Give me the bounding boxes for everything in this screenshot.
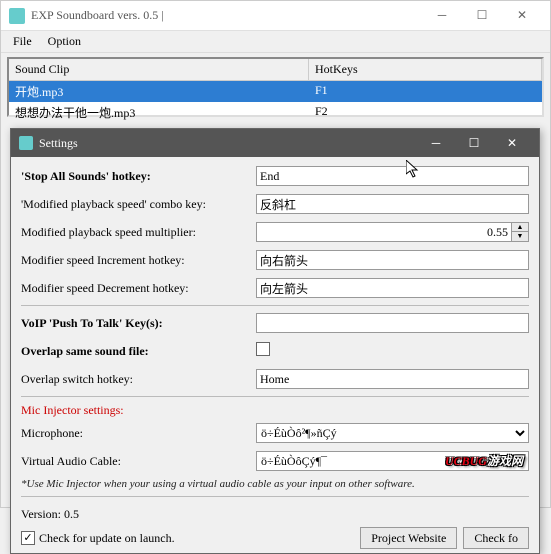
spinner-up-icon[interactable]: ▲ xyxy=(512,223,528,232)
overlap-same-label: Overlap same sound file: xyxy=(21,344,256,359)
overlap-same-checkbox[interactable] xyxy=(256,342,270,356)
overlap-switch-input[interactable] xyxy=(256,369,529,389)
dialog-title: Settings xyxy=(39,136,417,151)
inc-hotkey-input[interactable] xyxy=(256,250,529,270)
dialog-titlebar: Settings ─ ☐ ✕ xyxy=(11,129,539,157)
close-button[interactable]: ✕ xyxy=(502,2,542,30)
col-hotkeys[interactable]: HotKeys xyxy=(309,59,542,80)
table-row[interactable]: 开炮.mp3 F1 xyxy=(9,81,542,102)
dec-hotkey-label: Modifier speed Decrement hotkey: xyxy=(21,281,256,296)
table-header: Sound Clip HotKeys xyxy=(9,59,542,81)
project-website-button[interactable]: Project Website xyxy=(360,527,457,549)
version-label: Version: 0.5 xyxy=(21,507,79,522)
dialog-maximize-button[interactable]: ☐ xyxy=(455,130,493,156)
menu-option[interactable]: Option xyxy=(40,32,89,51)
mod-mult-input[interactable] xyxy=(256,222,512,242)
mod-mult-label: Modified playback speed multiplier: xyxy=(21,225,256,240)
mod-combo-label: 'Modified playback speed' combo key: xyxy=(21,197,256,212)
inc-hotkey-label: Modifier speed Increment hotkey: xyxy=(21,253,256,268)
menu-file[interactable]: File xyxy=(5,32,40,51)
dialog-body: 'Stop All Sounds' hotkey: 'Modified play… xyxy=(11,157,539,553)
divider xyxy=(21,396,529,397)
overlap-switch-label: Overlap switch hotkey: xyxy=(21,372,256,387)
ptt-input[interactable] xyxy=(256,313,529,333)
cell-keys: F1 xyxy=(309,81,542,102)
cell-clip: 想想办法干他一炮.mp3 xyxy=(9,102,309,123)
divider xyxy=(21,496,529,497)
sound-table: Sound Clip HotKeys 开炮.mp3 F1 想想办法干他一炮.mp… xyxy=(7,57,544,117)
stop-all-label: 'Stop All Sounds' hotkey: xyxy=(21,169,256,184)
cell-clip: 开炮.mp3 xyxy=(9,81,309,102)
mic-hint: *Use Mic Injector when your using a virt… xyxy=(21,478,529,490)
settings-icon xyxy=(19,136,33,150)
dec-hotkey-input[interactable] xyxy=(256,278,529,298)
settings-dialog: Settings ─ ☐ ✕ 'Stop All Sounds' hotkey:… xyxy=(10,128,540,554)
vac-select[interactable]: ö÷ÉùÒôÇý¶¯ xyxy=(256,451,529,471)
maximize-button[interactable]: ☐ xyxy=(462,2,502,30)
spinner-buttons: ▲ ▼ xyxy=(512,222,529,242)
cell-keys: F2 xyxy=(309,102,542,123)
vac-label: Virtual Audio Cable: xyxy=(21,454,256,469)
spinner-down-icon[interactable]: ▼ xyxy=(512,232,528,241)
divider xyxy=(21,305,529,306)
dialog-close-button[interactable]: ✕ xyxy=(493,130,531,156)
microphone-label: Microphone: xyxy=(21,426,256,441)
mic-injector-title: Mic Injector settings: xyxy=(21,403,529,418)
table-row[interactable]: 想想办法干他一炮.mp3 F2 xyxy=(9,102,542,123)
stop-all-input[interactable] xyxy=(256,166,529,186)
ptt-label: VoIP 'Push To Talk' Key(s): xyxy=(21,316,256,331)
app-icon xyxy=(9,8,25,24)
titlebar: EXP Soundboard vers. 0.5 | ─ ☐ ✕ xyxy=(1,1,550,31)
check-update-label: Check for update on launch. xyxy=(39,531,175,546)
mod-combo-input[interactable] xyxy=(256,194,529,214)
microphone-select[interactable]: ö÷ÉùÒô²¶»ñÇý xyxy=(256,423,529,443)
table-body: 开炮.mp3 F1 想想办法干他一炮.mp3 F2 xyxy=(9,81,542,123)
dialog-minimize-button[interactable]: ─ xyxy=(417,130,455,156)
check-update-button[interactable]: Check fo xyxy=(463,527,529,549)
window-title: EXP Soundboard vers. 0.5 | xyxy=(31,8,422,23)
menubar: File Option xyxy=(1,31,550,53)
check-update-checkbox[interactable] xyxy=(21,531,35,545)
minimize-button[interactable]: ─ xyxy=(422,2,462,30)
col-sound-clip[interactable]: Sound Clip xyxy=(9,59,309,80)
